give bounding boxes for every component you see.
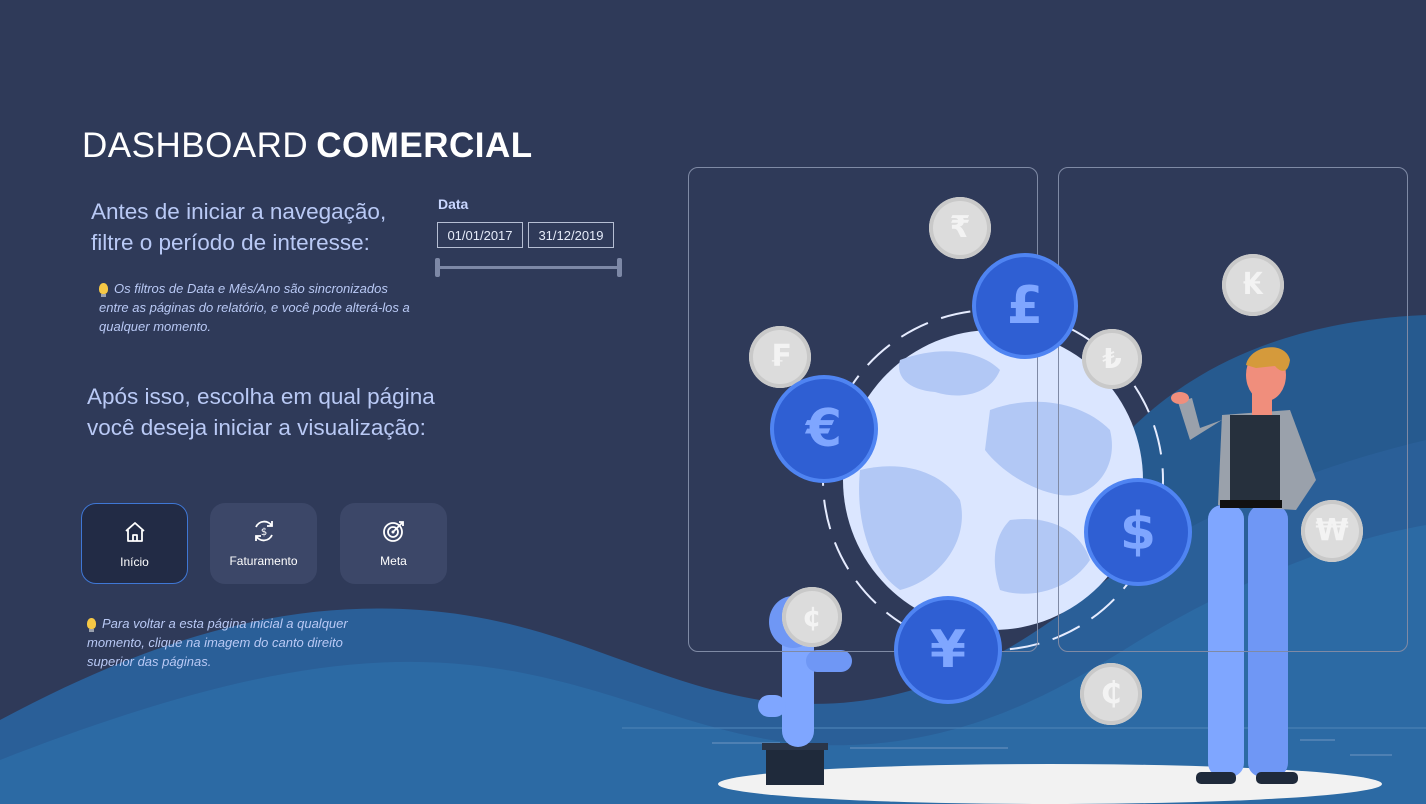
date-range-slider[interactable] [438, 266, 621, 269]
yen-coin-icon: ¥ [894, 596, 1002, 704]
page-title-bold: COMERCIAL [316, 126, 533, 165]
lightbulb-icon [99, 283, 108, 297]
slider-end-handle[interactable] [617, 258, 622, 277]
home-icon [124, 522, 145, 542]
nav-button-meta-label: Meta [380, 554, 407, 568]
lightbulb-icon [87, 618, 96, 632]
lira-coin-icon: ₺ [1082, 329, 1142, 389]
svg-text:$: $ [260, 527, 266, 538]
end-date-input[interactable]: 31/12/2019 [528, 222, 614, 248]
cedi-coin-icon: ₵ [1080, 663, 1142, 725]
nav-button-meta[interactable]: Meta [340, 503, 447, 584]
page-title: DASHBOARD COMERCIAL [82, 126, 533, 166]
date-filter-label: Data [438, 196, 469, 212]
nav-button-faturamento-label: Faturamento [229, 554, 298, 568]
filter-note-text: Os filtros de Data e Mês/Ano são sincron… [99, 281, 410, 334]
pound-coin-icon: £ [972, 253, 1078, 359]
intro-text: Antes de iniciar a navegação, filtre o p… [91, 199, 387, 255]
revenue-icon: $ [254, 520, 273, 542]
navigation-instruction: Após isso, escolha em qual página você d… [87, 384, 435, 440]
nav-button-faturamento[interactable]: $ Faturamento [210, 503, 317, 584]
euro-coin-icon: € [770, 375, 878, 483]
target-icon [382, 521, 404, 542]
kip-coin-icon: ₭ [1222, 254, 1284, 316]
dollar-coin-icon: $ [1084, 478, 1192, 586]
start-date-input[interactable]: 01/01/2017 [437, 222, 523, 248]
illustration-frame-right [1058, 167, 1408, 652]
page-title-light: DASHBOARD [82, 126, 309, 165]
return-note-text: Para voltar a esta página inicial a qual… [87, 616, 348, 669]
rupee-coin-icon: ₹ [929, 197, 991, 259]
cent-coin-icon: ¢ [782, 587, 842, 647]
return-note: Para voltar a esta página inicial a qual… [87, 614, 387, 671]
won-coin-icon: ₩ [1301, 500, 1363, 562]
filter-note: Os filtros de Data e Mês/Ano são sincron… [99, 279, 414, 336]
nav-button-inicio-label: Início [120, 555, 149, 569]
slider-start-handle[interactable] [435, 258, 440, 277]
nav-button-inicio[interactable]: Início [81, 503, 188, 584]
